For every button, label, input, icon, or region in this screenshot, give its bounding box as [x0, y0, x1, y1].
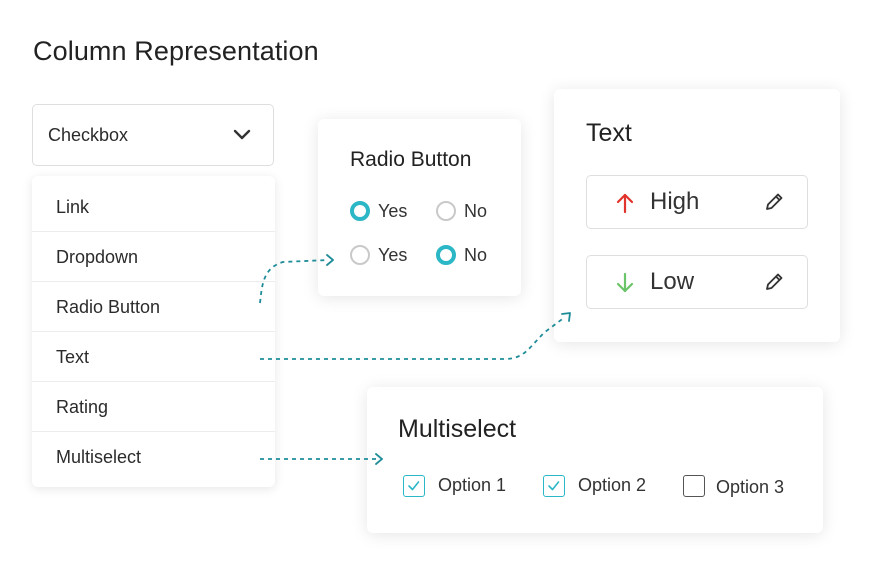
arrowhead: [326, 254, 334, 266]
connector-text: [260, 316, 566, 360]
connector-radio: [259, 259, 329, 304]
arrowhead: [375, 453, 383, 465]
arrowhead: [561, 312, 571, 322]
connector-arrows: [259, 254, 571, 465]
